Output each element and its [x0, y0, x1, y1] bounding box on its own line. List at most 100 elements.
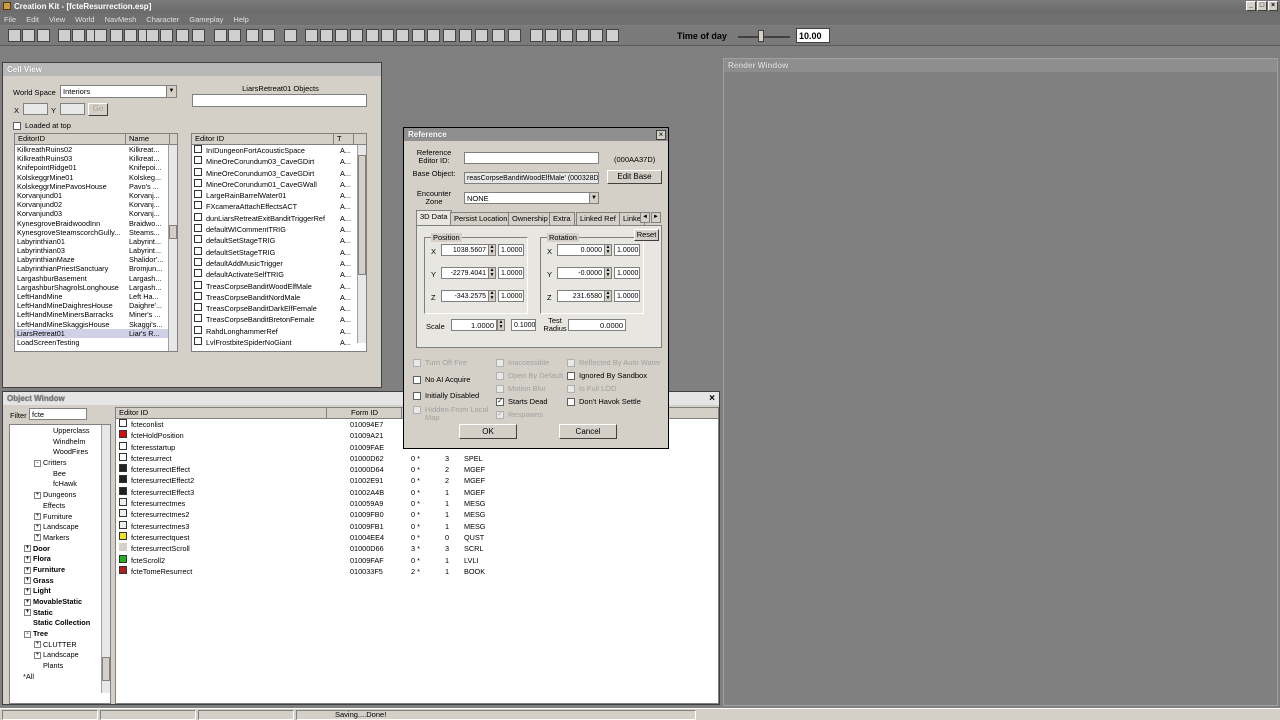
object-list[interactable]: Editor ID Form ID fcteconlist 010094E7 fct…	[115, 407, 719, 704]
tree-scroll-thumb[interactable]	[102, 657, 110, 681]
cell-row[interactable]: Korvanjund01 Korvanj...	[15, 191, 177, 200]
cell-row[interactable]: Labyrinthian03 Labyrint...	[15, 246, 177, 255]
tree-expander-icon[interactable]: +	[34, 491, 41, 499]
tree-expander-icon[interactable]: +	[34, 513, 41, 521]
tree-item[interactable]: + Furniture	[10, 512, 110, 523]
close-button[interactable]: ×	[1268, 1, 1278, 11]
tree-expander-icon[interactable]: +	[24, 545, 31, 553]
objects-scrollbar[interactable]	[357, 145, 366, 343]
tree-item[interactable]: Bee	[10, 469, 110, 480]
maximize-button[interactable]: □	[1257, 1, 1267, 11]
toolbar-tool-icon[interactable]	[576, 29, 589, 42]
toolbar-tool-icon[interactable]	[560, 29, 573, 42]
checkbox-box[interactable]	[567, 372, 575, 380]
object-row[interactable]: fcteresurrectEffect2 01002E91 0 * 2 MGEF	[116, 475, 718, 486]
cell-row[interactable]: LabyrinthianPriestSanctuary Bromjun...	[15, 264, 177, 273]
menu-world[interactable]: World	[75, 15, 94, 24]
object-row[interactable]: fcteresurrectquest 01004EE4 0 * 0 QUST	[116, 531, 718, 543]
tree-expander-icon[interactable]: +	[34, 652, 41, 660]
tree-expander-icon[interactable]: +	[24, 587, 31, 595]
flag-no-ai-acquire-checkbox[interactable]: No AI Acquire	[413, 376, 493, 384]
toolbar-tool-icon[interactable]	[72, 29, 85, 42]
toolbar-tool-icon[interactable]	[443, 29, 456, 42]
tree-expander-icon[interactable]: +	[24, 555, 31, 563]
reset-rotation-button[interactable]: Reset	[634, 229, 659, 241]
tree-expander-icon[interactable]: +	[24, 609, 31, 617]
cells-list[interactable]: EditorID Name KilkreathRuins02 Kilkreat..…	[14, 133, 178, 352]
tree-item[interactable]: + Dungeons	[10, 490, 110, 501]
pos-spinner[interactable]: ▲ ▼	[488, 267, 496, 279]
object-row[interactable]: fcteTomeResurrect 010033F5 2 * 1 BOOK	[116, 565, 718, 577]
objects-filter-field[interactable]	[192, 94, 367, 107]
checkbox-box[interactable]	[413, 392, 421, 400]
tree-item[interactable]: fcHawk	[10, 479, 110, 490]
tree-item[interactable]: + Light	[10, 586, 110, 597]
tree-item[interactable]: + Landscape	[10, 650, 110, 661]
cell-row[interactable]: KolskeggrMinePavosHouse Pavo's ...	[15, 182, 177, 191]
toolbar-tool-icon[interactable]	[58, 29, 71, 42]
col-form-id[interactable]: Form ID	[327, 408, 402, 418]
checkbox-box[interactable]	[13, 122, 21, 131]
scale-input[interactable]: 1.0000	[451, 319, 497, 331]
pos-scale-input[interactable]: 1.0000	[498, 244, 524, 256]
cell-object-row[interactable]: defaultAddMusicTrigger A...	[192, 257, 366, 269]
tree-item[interactable]: Windhelm	[10, 437, 110, 448]
encounter-zone-dropdown[interactable]: NONE ▼	[464, 192, 599, 204]
rot-z-input[interactable]: 231.6580	[557, 290, 605, 302]
cell-row[interactable]: KilkreathRuins02 Kilkreat...	[15, 145, 177, 154]
object-tree[interactable]: Upperclass Windhelm WoodFires - Critters Bee f…	[9, 424, 111, 704]
tree-expander-icon[interactable]: +	[34, 534, 41, 542]
cell-row[interactable]: Labyrinthian01 Labyrint...	[15, 237, 177, 246]
rot-x-input[interactable]: 0.0000	[557, 244, 605, 256]
col-type[interactable]: T	[334, 134, 354, 144]
toolbar-tool-icon[interactable]	[146, 29, 159, 42]
tree-item[interactable]: Effects	[10, 501, 110, 512]
pos-spinner[interactable]: ▲ ▼	[488, 290, 496, 302]
filter-input[interactable]	[29, 408, 87, 420]
ok-button[interactable]: OK	[459, 424, 517, 439]
flag-initially-disabled-checkbox[interactable]: Initially Disabled	[413, 392, 493, 400]
toolbar-tool-icon[interactable]	[262, 29, 275, 42]
tree-item[interactable]: Plants	[10, 661, 110, 672]
cell-object-row[interactable]: defaultSetStageTRIG A...	[192, 235, 366, 246]
toolbar-tool-icon[interactable]	[8, 29, 21, 42]
toolbar-tool-icon[interactable]	[412, 29, 425, 42]
y-coord-field[interactable]	[60, 103, 85, 115]
toolbar-tool-icon[interactable]	[124, 29, 137, 42]
rot-scale-input[interactable]: 1.0000	[614, 244, 640, 256]
object-row[interactable]: fcteresurrectEffect 01000D64 0 * 2 MGEF	[116, 464, 718, 475]
object-row[interactable]: fcteresurrectmes2 01009FB0 0 * 1 MESG	[116, 509, 718, 520]
checkbox-box[interactable]: ✓	[496, 398, 504, 406]
close-icon[interactable]: ×	[656, 130, 666, 140]
rot-spinner[interactable]: ▲ ▼	[604, 290, 612, 302]
x-coord-field[interactable]	[23, 103, 48, 115]
chevron-down-icon[interactable]: ▼	[166, 86, 176, 97]
cell-row[interactable]: LeftHandMineMinersBarracks Miner's ...	[15, 310, 177, 319]
col-editor-id[interactable]: Editor ID	[192, 134, 334, 144]
cell-object-row[interactable]: RahdLonghammerRef A...	[192, 325, 366, 337]
pos-x-input[interactable]: 1038.5607	[441, 244, 489, 256]
tab-ownership[interactable]: Ownership	[508, 212, 552, 225]
tree-item[interactable]: *All	[10, 672, 110, 683]
cell-row[interactable]: KolskeggrMine01 Kolskeg...	[15, 173, 177, 182]
checkbox-box[interactable]	[413, 376, 421, 384]
cell-object-row[interactable]: InIDungeonFortAcousticSpace A...	[192, 145, 366, 156]
cell-object-row[interactable]: defaultSetStageTRIG A...	[192, 246, 366, 258]
tree-item[interactable]: + Grass	[10, 576, 110, 587]
toolbar-tool-icon[interactable]	[214, 29, 227, 42]
rot-y-input[interactable]: -0.0000	[557, 267, 605, 279]
toolbar-tool-icon[interactable]	[381, 29, 394, 42]
toolbar-tool-icon[interactable]	[110, 29, 123, 42]
cell-row[interactable]: Korvanjund02 Korvanj...	[15, 200, 177, 209]
object-row[interactable]: fcteresurrectmes 010059A9 0 * 1 MESG	[116, 498, 718, 509]
tab-scroll-left-icon[interactable]: ◄	[640, 212, 650, 223]
object-row[interactable]: fcteresurrect 01000D62 0 * 3 SPEL	[116, 452, 718, 464]
tree-item[interactable]: Upperclass	[10, 426, 110, 437]
toolbar-tool-icon[interactable]	[228, 29, 241, 42]
pos-scale-input[interactable]: 1.0000	[498, 267, 524, 279]
chevron-down-icon[interactable]: ▼	[589, 193, 598, 203]
tab-3d-data[interactable]: 3D Data	[416, 210, 452, 225]
tab-scroll-right-icon[interactable]: ►	[651, 212, 661, 223]
cell-row[interactable]: KynesgroveSteamscorchGully... Steams...	[15, 228, 177, 237]
object-row[interactable]: fcteScroll2 01009FAF 0 * 1 LVLI	[116, 554, 718, 566]
